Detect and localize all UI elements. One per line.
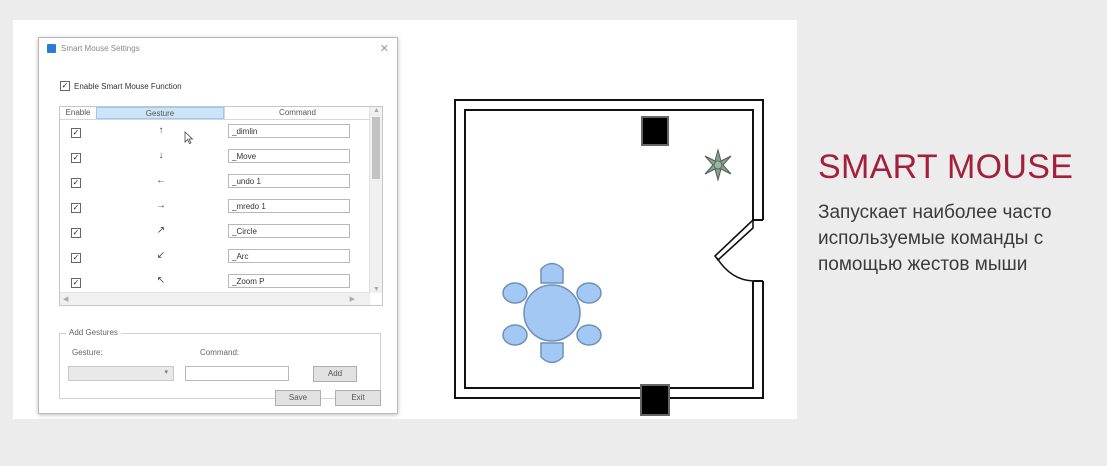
- table-row[interactable]: ✓ ← _undo 1: [60, 170, 370, 195]
- chair: [540, 342, 564, 364]
- chair: [576, 282, 602, 304]
- row-enable-checkbox[interactable]: ✓: [71, 203, 81, 213]
- column-top: [641, 116, 669, 146]
- gesture-table: Enable Gesture Command ✓ ↑ _dimlin ✓ ↓ _…: [59, 106, 383, 306]
- enable-smart-mouse-label: Enable Smart Mouse Function: [74, 81, 182, 91]
- table-row[interactable]: ✓ ↓ _Move: [60, 145, 370, 170]
- row-enable-checkbox[interactable]: ✓: [71, 228, 81, 238]
- scroll-left-icon[interactable]: ◀: [63, 295, 68, 303]
- floor-plan-illustration: [454, 99, 764, 416]
- command-field[interactable]: _dimlin: [228, 124, 350, 138]
- command-field[interactable]: _mredo 1: [228, 199, 350, 213]
- command-field[interactable]: _undo 1: [228, 174, 350, 188]
- chair: [502, 324, 528, 346]
- horizontal-scrollbar[interactable]: ◀ ▶: [60, 292, 370, 305]
- gesture-arrow-icon: ↓: [158, 150, 164, 161]
- feature-description: Запускает наиболее часто используемые ко…: [818, 202, 1052, 275]
- table-row[interactable]: ✓ ↑ _dimlin: [60, 120, 370, 145]
- scroll-down-icon[interactable]: ▼: [373, 286, 380, 293]
- add-gestures-legend: Add Gestures: [66, 328, 121, 337]
- vertical-scrollbar[interactable]: ▲ ▼: [369, 107, 382, 293]
- inner-wall: [464, 109, 754, 389]
- save-button[interactable]: Save: [275, 390, 321, 406]
- command-field[interactable]: _Arc: [228, 249, 350, 263]
- feature-heading: SMART MOUSE: [818, 148, 1074, 186]
- table-row[interactable]: ✓ ↙ _Arc: [60, 245, 370, 270]
- door-leaf: [713, 218, 754, 262]
- command-field[interactable]: _Circle: [228, 224, 350, 238]
- gesture-arrow-icon: ↑: [158, 125, 164, 136]
- row-enable-checkbox[interactable]: ✓: [71, 178, 81, 188]
- chevron-down-icon: ▾: [164, 369, 168, 376]
- gesture-arrow-icon: ↙: [156, 250, 166, 261]
- add-gestures-group: Add Gestures Gesture: Command: ▾ Add: [59, 328, 381, 399]
- table-row[interactable]: ✓ → _mredo 1: [60, 195, 370, 220]
- command-field[interactable]: _Zoom P: [228, 274, 350, 288]
- scrollbar-thumb[interactable]: [372, 117, 380, 179]
- title-bar: Smart Mouse Settings ✕: [39, 38, 397, 60]
- table-row[interactable]: ✓ ↗ _Circle: [60, 220, 370, 245]
- dialog-title: Smart Mouse Settings: [61, 44, 140, 53]
- row-enable-checkbox[interactable]: ✓: [71, 153, 81, 163]
- smart-mouse-settings-dialog: Smart Mouse Settings ✕ ✓ Enable Smart Mo…: [38, 37, 398, 414]
- command-label: Command:: [200, 348, 240, 357]
- gesture-arrow-icon: ←: [156, 175, 166, 186]
- gesture-select[interactable]: ▾: [68, 366, 174, 381]
- outer-wall: [454, 99, 764, 399]
- column-header-enable[interactable]: Enable: [60, 107, 96, 119]
- cursor-icon: [184, 131, 194, 144]
- column-header-gesture[interactable]: Gesture: [96, 107, 224, 119]
- gesture-label: Gesture:: [72, 348, 103, 357]
- row-enable-checkbox[interactable]: ✓: [71, 128, 81, 138]
- round-table: [523, 284, 581, 342]
- exit-button[interactable]: Exit: [335, 390, 381, 406]
- table-header: Enable Gesture Command: [60, 107, 370, 120]
- enable-smart-mouse-checkbox[interactable]: ✓: [60, 81, 70, 91]
- scroll-right-icon[interactable]: ▶: [350, 295, 355, 303]
- row-enable-checkbox[interactable]: ✓: [71, 253, 81, 263]
- scroll-up-icon[interactable]: ▲: [373, 107, 380, 114]
- door-swing-arc: [716, 257, 754, 282]
- close-icon[interactable]: ✕: [380, 42, 389, 55]
- row-enable-checkbox[interactable]: ✓: [71, 278, 81, 288]
- content-panel: Smart Mouse Settings ✕ ✓ Enable Smart Mo…: [13, 20, 797, 419]
- command-input[interactable]: [185, 366, 289, 381]
- chair: [576, 324, 602, 346]
- command-field[interactable]: _Move: [228, 149, 350, 163]
- enable-smart-mouse-option[interactable]: ✓ Enable Smart Mouse Function: [60, 81, 182, 91]
- plant-icon: [704, 148, 732, 182]
- gesture-arrow-icon: →: [156, 200, 166, 211]
- gesture-arrow-icon: ↖: [156, 275, 166, 286]
- column-header-command[interactable]: Command: [224, 107, 370, 119]
- chair: [502, 282, 528, 304]
- app-icon: [47, 44, 56, 53]
- chair: [540, 262, 564, 284]
- column-bottom: [640, 384, 670, 416]
- add-button[interactable]: Add: [313, 366, 357, 382]
- dining-table: [502, 262, 602, 364]
- gesture-arrow-icon: ↗: [156, 225, 166, 236]
